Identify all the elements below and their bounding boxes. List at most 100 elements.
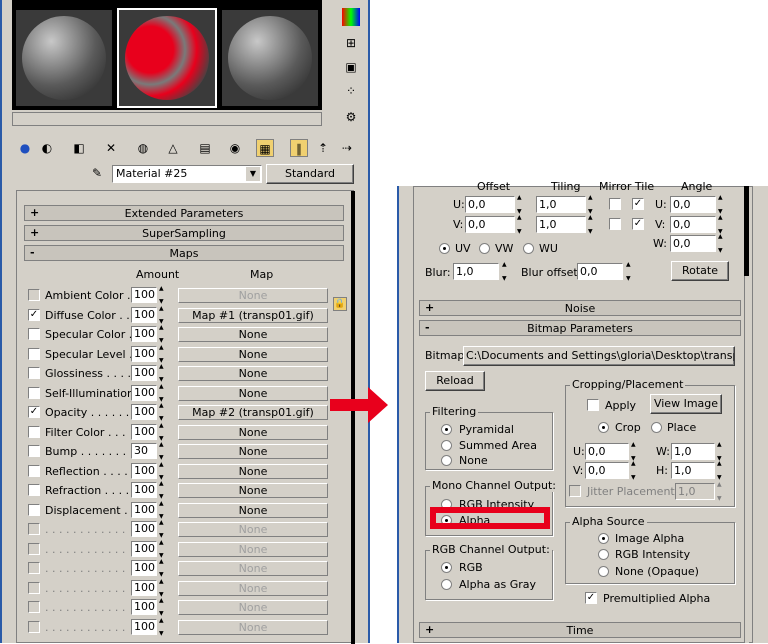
show-end-result-icon[interactable]: ∥ — [290, 139, 308, 157]
map-enable-checkbox[interactable] — [28, 289, 40, 301]
map-enable-checkbox[interactable]: ✓ — [28, 308, 40, 321]
v-tile-checkbox[interactable]: ✓ — [632, 218, 644, 230]
map-amount-field[interactable]: 100 — [131, 365, 157, 381]
map-amount-field[interactable]: 100 — [131, 540, 157, 557]
map-amount-field[interactable]: 100 — [131, 521, 157, 537]
make-unique-icon[interactable]: △ — [164, 139, 182, 157]
blur-offset-field[interactable]: 0,0 — [577, 263, 623, 280]
map-amount-spinner[interactable] — [158, 383, 167, 403]
place-radio[interactable] — [651, 422, 662, 433]
rollout-scroll-track[interactable] — [744, 276, 749, 643]
jitter-spinner[interactable] — [716, 481, 725, 502]
map-amount-spinner[interactable] — [158, 519, 167, 539]
map-slot-button[interactable]: None — [178, 580, 328, 596]
map-slot-button[interactable]: Map #1 (transp01.gif) — [178, 307, 328, 323]
map-amount-spinner[interactable] — [158, 363, 167, 383]
map-slot-button[interactable]: None — [178, 522, 328, 537]
put-to-scene-icon[interactable]: ◐ — [38, 139, 56, 157]
rollout-bitmap-params[interactable]: - Bitmap Parameters — [419, 320, 741, 336]
map-enable-checkbox[interactable] — [28, 523, 40, 535]
summed-area-radio[interactable] — [441, 440, 452, 451]
map-enable-checkbox[interactable] — [28, 581, 40, 594]
u-angle-field[interactable]: 0,0 — [670, 196, 716, 213]
map-enable-checkbox[interactable] — [28, 562, 40, 574]
map-amount-spinner[interactable] — [158, 558, 167, 578]
rotate-button[interactable]: Rotate — [671, 261, 729, 281]
v-angle-field[interactable]: 0,0 — [670, 216, 716, 233]
map-enable-checkbox[interactable] — [28, 542, 40, 555]
alpha-as-gray-radio[interactable] — [441, 579, 452, 590]
map-amount-spinner[interactable] — [158, 285, 167, 305]
map-amount-spinner[interactable] — [158, 480, 167, 500]
v-tiling-field[interactable]: 1,0 — [536, 216, 586, 233]
map-enable-checkbox[interactable] — [28, 425, 40, 438]
map-amount-spinner[interactable] — [158, 578, 167, 598]
map-enable-checkbox[interactable] — [28, 484, 40, 496]
map-slot-button[interactable]: None — [178, 366, 328, 381]
image-alpha-radio[interactable] — [598, 533, 609, 544]
blur-spinner[interactable] — [501, 261, 510, 282]
map-amount-spinner[interactable] — [158, 305, 167, 325]
background-icon[interactable] — [342, 8, 360, 26]
material-name-field[interactable]: Material #25 ▼ — [112, 165, 262, 183]
v-angle-spinner[interactable] — [717, 214, 726, 235]
wu-radio[interactable] — [523, 243, 534, 254]
pyramidal-radio[interactable] — [441, 424, 452, 435]
get-material-icon[interactable]: ● — [16, 139, 34, 157]
filter-none-radio[interactable] — [441, 455, 452, 466]
copy-material-icon[interactable]: ◍ — [134, 139, 152, 157]
map-amount-spinner[interactable] — [158, 344, 167, 364]
map-amount-spinner[interactable] — [158, 539, 167, 559]
go-forward-sibling-icon[interactable]: ⇢ — [338, 139, 356, 157]
map-amount-field[interactable]: 100 — [131, 482, 157, 498]
map-enable-checkbox[interactable] — [28, 503, 40, 516]
put-to-library-icon[interactable]: ▤ — [196, 139, 214, 157]
map-amount-field[interactable]: 100 — [131, 345, 157, 362]
options-icon[interactable]: ⚙ — [342, 108, 360, 126]
crop-w-field[interactable]: 1,0 — [671, 443, 715, 460]
map-slot-button[interactable]: None — [178, 346, 328, 362]
map-slot-button[interactable]: None — [178, 288, 328, 303]
jitter-checkbox[interactable] — [569, 485, 581, 497]
map-enable-checkbox[interactable] — [28, 347, 40, 360]
map-amount-field[interactable]: 100 — [131, 423, 157, 440]
v-tiling-spinner[interactable] — [587, 214, 596, 235]
v-offset-spinner[interactable] — [516, 214, 525, 235]
map-enable-checkbox[interactable] — [28, 367, 40, 379]
w-angle-spinner[interactable] — [717, 233, 726, 254]
view-image-button[interactable]: View Image — [650, 394, 722, 414]
reload-button[interactable]: Reload — [425, 371, 485, 391]
show-map-in-viewport-icon[interactable]: ▦ — [256, 139, 274, 157]
map-enable-checkbox[interactable] — [28, 445, 40, 457]
crop-u-field[interactable]: 0,0 — [585, 443, 629, 460]
reset-map-icon[interactable]: ✕ — [102, 139, 120, 157]
rollout-extended-params[interactable]: + Extended Parameters — [24, 205, 344, 221]
map-amount-spinner[interactable] — [158, 324, 167, 344]
u-offset-field[interactable]: 0,0 — [465, 196, 515, 213]
map-amount-spinner[interactable] — [158, 500, 167, 520]
go-to-parent-icon[interactable]: ⇡ — [314, 139, 332, 157]
crop-h-spinner[interactable] — [716, 460, 725, 481]
map-enable-checkbox[interactable] — [28, 386, 40, 399]
assign-to-selection-icon[interactable]: ◧ — [70, 139, 88, 157]
map-amount-field[interactable]: 100 — [131, 326, 157, 342]
crop-radio[interactable] — [598, 422, 609, 433]
map-amount-spinner[interactable] — [158, 422, 167, 442]
map-amount-field[interactable]: 100 — [131, 404, 157, 420]
u-mirror-checkbox[interactable] — [609, 198, 621, 210]
u-tiling-field[interactable]: 1,0 — [536, 196, 586, 213]
blur-offset-spinner[interactable] — [625, 261, 634, 282]
alpha-rgb-intensity-radio[interactable] — [598, 549, 609, 560]
crop-u-spinner[interactable] — [630, 441, 639, 462]
map-amount-spinner[interactable] — [158, 461, 167, 481]
uv-radio[interactable] — [439, 243, 450, 254]
map-amount-field[interactable]: 100 — [131, 287, 157, 303]
map-amount-field[interactable]: 30 — [131, 443, 157, 459]
apply-checkbox[interactable] — [587, 399, 599, 411]
map-amount-spinner[interactable] — [158, 441, 167, 461]
material-effects-icon[interactable]: ◉ — [226, 139, 244, 157]
map-amount-field[interactable]: 100 — [131, 501, 157, 518]
map-slot-button[interactable]: None — [178, 385, 328, 401]
v-offset-field[interactable]: 0,0 — [465, 216, 515, 233]
crop-v-spinner[interactable] — [630, 460, 639, 481]
